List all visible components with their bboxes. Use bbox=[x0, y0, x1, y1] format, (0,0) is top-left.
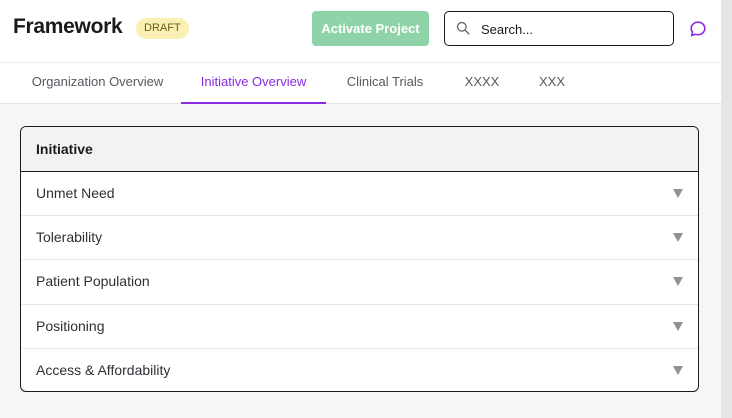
chevron-down-icon bbox=[673, 233, 683, 243]
accordion-item-positioning[interactable]: Positioning bbox=[21, 305, 698, 349]
search-icon bbox=[456, 21, 470, 35]
tab-xxxx[interactable]: XXXX bbox=[452, 63, 512, 104]
tab-bar: Organization Overview Initiative Overvie… bbox=[0, 62, 721, 104]
search-box[interactable] bbox=[444, 11, 674, 46]
accordion-heading: Initiative bbox=[21, 127, 698, 172]
accordion-item-label: Tolerability bbox=[36, 229, 103, 246]
tab-organization-overview[interactable]: Organization Overview bbox=[21, 63, 174, 104]
tab-clinical-trials[interactable]: Clinical Trials bbox=[334, 63, 436, 104]
accordion-item-unmet-need[interactable]: Unmet Need bbox=[21, 172, 698, 217]
initiative-accordion: Initiative Unmet Need Tolerability Patie… bbox=[20, 126, 699, 392]
search-input[interactable] bbox=[481, 20, 661, 38]
chevron-down-icon bbox=[673, 321, 683, 331]
activate-project-button[interactable]: Activate Project bbox=[312, 11, 429, 46]
vertical-scrollbar[interactable] bbox=[721, 0, 732, 418]
chevron-down-icon bbox=[673, 277, 683, 287]
accordion-item-label: Patient Population bbox=[36, 273, 150, 290]
status-badge: DRAFT bbox=[136, 18, 189, 39]
tab-xxx[interactable]: XXX bbox=[526, 63, 578, 104]
accordion-item-patient-population[interactable]: Patient Population bbox=[21, 260, 698, 305]
accordion-item-label: Unmet Need bbox=[36, 185, 115, 201]
top-header: Framework DRAFT Activate Project bbox=[0, 0, 721, 62]
accordion-item-label: Access & Affordability bbox=[36, 361, 171, 378]
chevron-down-icon bbox=[673, 189, 683, 198]
accordion-item-tolerability[interactable]: Tolerability bbox=[21, 216, 698, 261]
page-title: Framework bbox=[13, 15, 123, 38]
accordion-item-access-affordability[interactable]: Access & Affordability bbox=[21, 349, 698, 391]
accordion-item-label: Positioning bbox=[36, 317, 105, 334]
page: Framework DRAFT Activate Project Organiz… bbox=[0, 0, 721, 418]
chevron-down-icon bbox=[673, 365, 683, 375]
chat-bubble-icon[interactable] bbox=[689, 20, 707, 38]
tab-initiative-overview[interactable]: Initiative Overview bbox=[181, 63, 326, 104]
